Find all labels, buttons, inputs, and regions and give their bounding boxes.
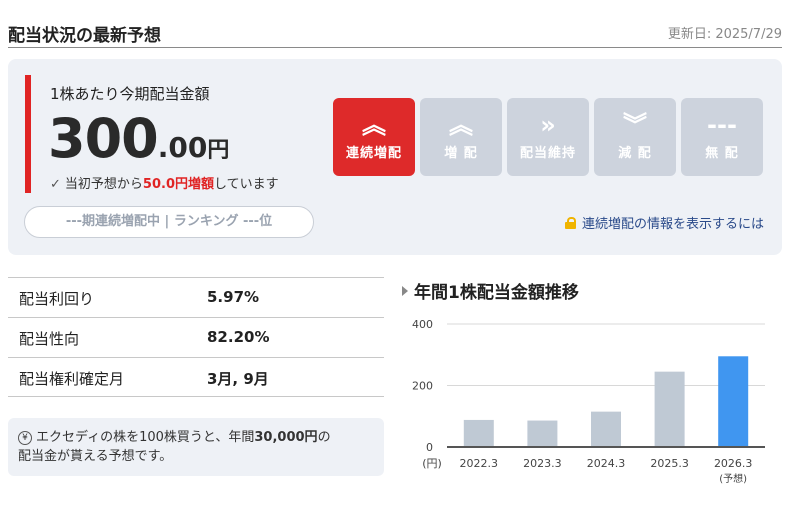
info-line2: 配当金が貰える予想です。 [18,449,173,464]
status-button-increase[interactable]: ︽ 増 配 [420,98,502,176]
streak-info-text: 連続増配の情報を表示するには [581,217,764,232]
streak-info-link[interactable]: 連続増配の情報を表示するには [564,213,764,232]
x-tick-label: 2025.3 [650,457,689,470]
chart-bar [654,371,685,447]
chart-bar [591,411,621,447]
note-suffix: しています [214,177,279,192]
stat-key: 配当利回り [19,290,95,308]
status-button-consecutive-increase[interactable]: ︽ 連続増配 [333,98,415,176]
y-tick-label: 400 [412,318,433,331]
stat-value: 3月, 9月 [207,370,269,388]
chart-title-text: 年間1株配当金額推移 [414,283,579,303]
status-button-no-dividend[interactable]: --- 無 配 [681,98,763,176]
section-header: 配当状況の最新予想 更新日: 2025/7/29 [8,18,782,48]
x-tick-label: 2024.3 [587,457,626,470]
accent-bar [25,75,31,193]
lock-icon [564,217,576,229]
table-row: 配当権利確定月 3月, 9月 [8,357,384,397]
amount-integer: 300 [48,107,159,170]
change-note: ✓ 当初予想から50.0円増額しています [50,173,279,192]
stat-value: 82.20% [207,328,270,346]
dividend-amount: 300.00円 [48,107,229,171]
chevron-up-icon: ︽ [449,111,473,139]
x-tick-label: 2022.3 [460,457,499,470]
note-prefix: 当初予想から [64,177,143,192]
table-row: 配当性向 82.20% [8,317,384,357]
stat-value: 5.97% [207,288,260,306]
streak-ranking-pill: ---期連続増配中 | ランキング ---位 [24,206,314,238]
dividend-stats-table: 配当利回り 5.97% 配当性向 82.20% 配当権利確定月 3月, 9月 [8,277,384,397]
stat-key: 配当性向 [19,330,80,348]
yen-icon: ¥ [18,431,32,445]
x-tick-sublabel: (予想) [719,472,747,485]
status-button-label: 減 配 [618,146,652,161]
section-title: 配当状況の最新予想 [8,26,161,46]
chart-bar [463,419,494,447]
dividend-summary-card: 1株あたり今期配当金額 300.00円 ✓ 当初予想から50.0円増額しています … [8,59,782,255]
status-button-label: 連続増配 [345,146,402,161]
status-button-label: 配当維持 [519,146,576,161]
status-button-decrease[interactable]: ︾ 減 配 [594,98,676,176]
double-chevron-right-icon: » [540,111,556,139]
amount-decimal: .00 [157,131,208,164]
chevron-down-icon: ︾ [623,111,647,139]
x-tick-label: 2023.3 [523,457,562,470]
stat-key: 配当権利確定月 [19,370,125,388]
dash-icon: --- [707,111,737,139]
amount-unit: 円 [207,138,230,163]
status-button-maintain[interactable]: » 配当維持 [507,98,589,176]
updated-date: 更新日: 2025/7/29 [667,27,782,42]
status-button-label: 増 配 [444,146,478,161]
x-tick-label: 2026.3 [714,457,753,470]
table-row: 配当利回り 5.97% [8,277,384,317]
info-prefix: エクセディの株を100株買うと、年間 [36,430,255,445]
triangle-right-icon [402,286,408,296]
y-tick-label: 0 [426,441,433,454]
chart-bar [527,420,558,447]
dividend-label: 1株あたり今期配当金額 [50,85,210,103]
dividend-info-box: ¥ エクセディの株を100株買うと、年間30,000円の 配当金が貰える予想です。 [8,418,384,476]
dividend-bar-chart: 0 200 400 2022.3 2023.3 2024.3 2025.3 2026.3 (予想… [412,318,765,485]
y-tick-label: 200 [412,380,433,393]
chart-bar [718,356,749,447]
double-chevron-up-icon: ︽ [362,111,386,139]
chart-title: 年間1株配当金額推移 [402,278,579,303]
status-button-label: 無 配 [705,146,739,161]
info-amount: 30,000円 [254,430,318,445]
info-suffix: の [317,430,331,445]
y-unit-label: (円) [422,457,442,470]
note-highlight: 50.0円増額 [142,177,214,192]
check-icon: ✓ [50,177,61,192]
